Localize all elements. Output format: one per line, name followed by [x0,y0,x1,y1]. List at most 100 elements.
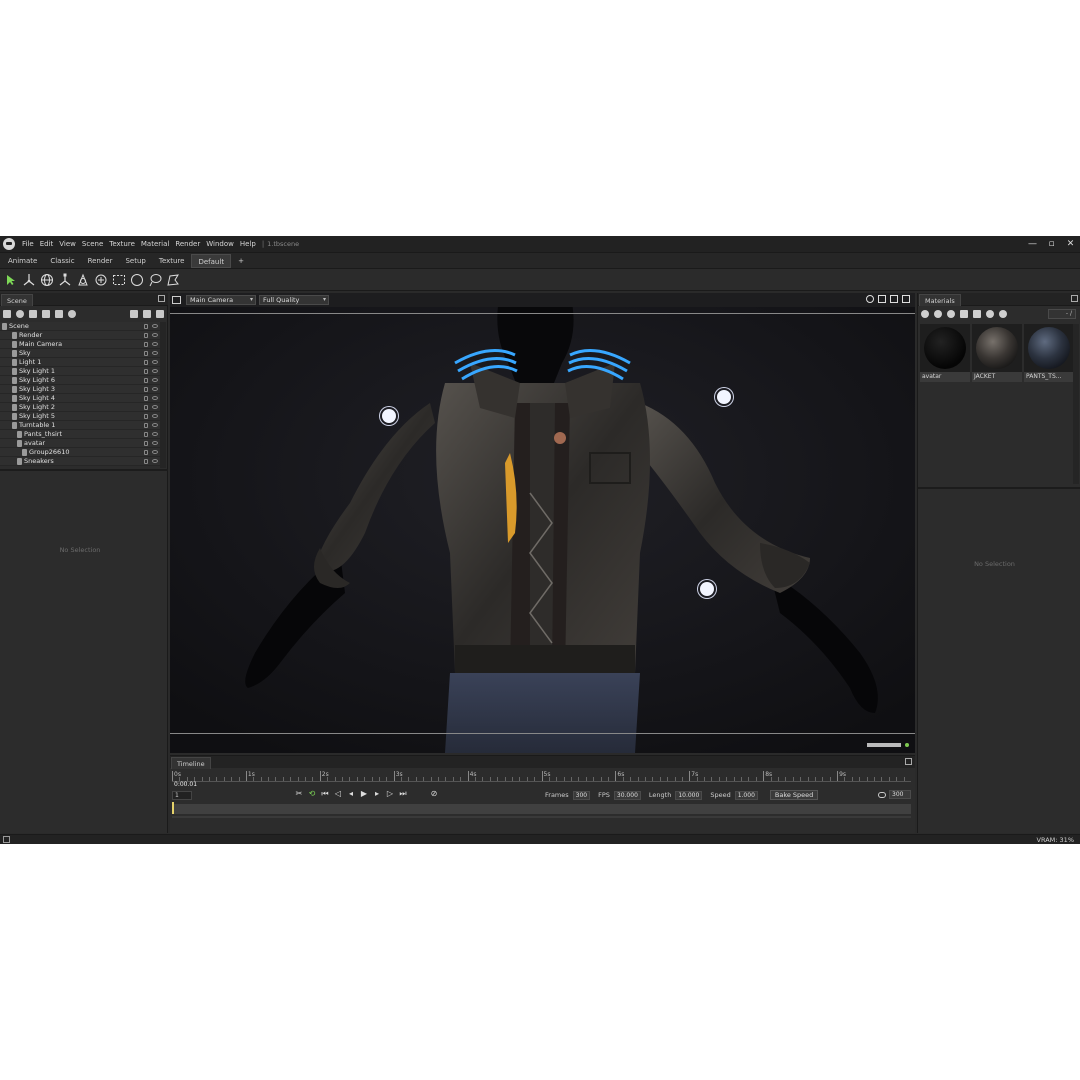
menu-file[interactable]: File [19,240,37,248]
sculpt-icon[interactable] [93,272,109,288]
scene-tree-row[interactable]: Sky Light 4 [0,394,160,403]
visibility-eye-icon[interactable] [152,396,158,400]
translate-icon[interactable] [21,272,37,288]
scene-tree-row[interactable]: Sky Light 1 [0,367,160,376]
scene-tree-row[interactable]: Sneakers [0,457,160,466]
scene-tab[interactable]: Scene [1,294,33,306]
scene-scrollbar[interactable] [160,322,166,468]
visibility-eye-icon[interactable] [152,351,158,355]
visibility-eye-icon[interactable] [152,342,158,346]
record-icon[interactable]: ⊘ [430,790,438,798]
move-view-icon[interactable] [878,295,886,303]
popout-icon[interactable] [905,758,912,765]
bake-speed-button[interactable]: Bake Speed [769,790,819,800]
log-icon[interactable] [3,836,10,843]
lock-icon[interactable] [144,351,148,356]
materials-scrollbar[interactable] [1073,324,1079,484]
material-thumb[interactable]: avatar [920,324,970,382]
minimize-button[interactable]: — [1027,238,1038,250]
lasso-icon[interactable] [147,272,163,288]
add-tab-button[interactable]: + [232,254,250,268]
add-group-icon[interactable] [55,310,63,318]
prev-key-icon[interactable]: ◁ [334,790,342,798]
lock-icon[interactable] [144,441,148,446]
material-filter[interactable]: - / [1048,309,1076,319]
scene-tree-row[interactable]: Sky Light 3 [0,385,160,394]
skip-start-icon[interactable]: ⏮ [321,790,329,798]
scene-tree-row[interactable]: Scene [0,322,160,331]
lock-icon[interactable] [144,450,148,455]
next-key-icon[interactable]: ▷ [386,790,394,798]
light-gizmo[interactable] [700,582,714,596]
visibility-eye-icon[interactable] [152,378,158,382]
link-icon[interactable] [878,791,886,798]
fps-field[interactable]: 30.000 [613,790,641,800]
lock-icon[interactable] [144,369,148,374]
frame-view-icon[interactable] [890,295,898,303]
popout-icon[interactable] [1071,295,1078,302]
circle-select-icon[interactable] [129,272,145,288]
scene-tree-row[interactable]: Turntable 1 [0,421,160,430]
delete-material-icon[interactable] [973,310,981,318]
panel-divider[interactable] [918,487,1080,489]
rotate-icon[interactable] [39,272,55,288]
add-turntable-icon[interactable] [68,310,76,318]
end-frame-field[interactable]: 300 [889,790,911,799]
scene-tree-row[interactable]: Render [0,331,160,340]
speed-field[interactable]: 1.000 [734,790,758,800]
link-material-icon[interactable] [947,310,955,318]
add-light-icon[interactable] [16,310,24,318]
visibility-eye-icon[interactable] [152,387,158,391]
scene-tree-row[interactable]: Light 1 [0,358,160,367]
popout-view-icon[interactable] [902,295,910,303]
visibility-eye-icon[interactable] [152,405,158,409]
light-gizmo[interactable] [382,409,396,423]
current-frame-field[interactable]: 1 [172,791,192,800]
maximize-button[interactable]: ▫ [1046,238,1057,250]
scene-tree-row[interactable]: Sky [0,349,160,358]
frames-field[interactable]: 300 [572,790,591,800]
scene-tree-row[interactable]: Sky Light 2 [0,403,160,412]
lock-icon[interactable] [144,414,148,419]
folder-icon[interactable] [960,310,968,318]
lock-icon[interactable] [144,396,148,401]
tab-setup[interactable]: Setup [119,254,151,268]
lock-icon[interactable] [144,432,148,437]
visibility-eye-icon[interactable] [152,441,158,445]
material-thumb[interactable]: PANTS_TS... [1024,324,1074,382]
lock-icon[interactable] [144,423,148,428]
menu-edit[interactable]: Edit [37,240,57,248]
viewport[interactable]: Main Camera Full Quality [170,293,915,753]
rect-select-icon[interactable] [111,272,127,288]
menu-scene[interactable]: Scene [79,240,106,248]
menu-help[interactable]: Help [237,240,259,248]
visibility-eye-icon[interactable] [152,414,158,418]
visibility-eye-icon[interactable] [152,369,158,373]
visibility-eye-icon[interactable] [152,432,158,436]
length-field[interactable]: 10.000 [675,790,703,800]
visibility-eye-icon[interactable] [152,423,158,427]
visibility-eye-icon[interactable] [152,360,158,364]
popout-icon[interactable] [158,295,165,302]
visibility-eye-icon[interactable] [152,324,158,328]
add-material-icon[interactable] [921,310,929,318]
menu-view[interactable]: View [56,240,79,248]
tab-animate[interactable]: Animate [2,254,43,268]
cut-icon[interactable]: ✂ [295,790,303,798]
scene-tree-row[interactable]: Group26610 [0,448,160,457]
apply-material-icon[interactable] [986,310,994,318]
select-material-icon[interactable] [999,310,1007,318]
menu-window[interactable]: Window [203,240,237,248]
menu-render[interactable]: Render [172,240,203,248]
settings-gear-icon[interactable] [866,295,874,303]
lock-icon[interactable] [144,387,148,392]
scene-tree-row[interactable]: Sky Light 5 [0,412,160,421]
lock-icon[interactable] [144,405,148,410]
loop-icon[interactable]: ⟲ [308,790,316,798]
timeline-ruler[interactable]: 0s 1s 2s 3s 4s 5s 6s 7s 8s 9s [172,771,911,782]
scene-tree-row[interactable]: Main Camera [0,340,160,349]
scale-icon[interactable] [57,272,73,288]
tab-default[interactable]: Default [191,253,232,268]
light-gizmo[interactable] [717,390,731,404]
lock-icon[interactable] [144,378,148,383]
